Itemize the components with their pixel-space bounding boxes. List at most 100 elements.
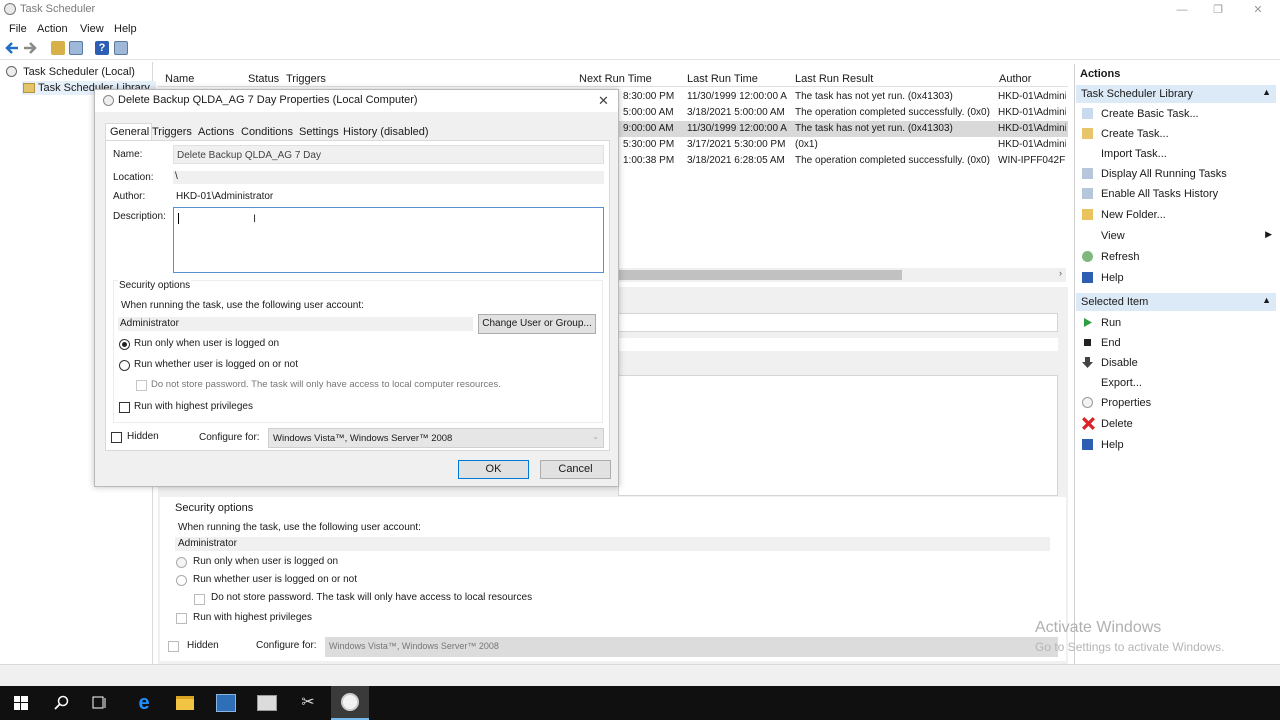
section-task-scheduler-library[interactable]: Task Scheduler Library ▲ (1076, 85, 1276, 103)
create-basic-task-icon (1082, 108, 1093, 119)
action-create-basic-task[interactable]: Create Basic Task... (1080, 105, 1274, 123)
change-user-button[interactable]: Change User or Group... (478, 314, 596, 334)
action-label: Disable (1101, 357, 1138, 369)
highest-privileges-checkbox[interactable] (119, 402, 130, 413)
back-icon[interactable] (5, 42, 19, 54)
configure-for-select[interactable]: Windows Vista™, Windows Server™ 2008 ⌄ (268, 428, 604, 448)
col-last-result[interactable]: Last Run Result (795, 73, 873, 85)
action-new-folder[interactable]: New Folder... (1080, 206, 1274, 224)
tree-item-root[interactable]: Task Scheduler (Local) (6, 66, 135, 78)
activation-watermark-title: Activate Windows (1035, 619, 1162, 636)
action-run[interactable]: Run (1080, 314, 1274, 332)
action-help[interactable]: Help (1080, 269, 1274, 287)
action-help-selected[interactable]: Help (1080, 436, 1274, 454)
name-field[interactable]: Delete Backup QLDA_AG 7 Day (173, 145, 604, 164)
table-row[interactable]: 8:30:00 PM 11/30/1999 12:00:00 A... The … (618, 89, 1068, 105)
action-properties[interactable]: Properties (1080, 394, 1274, 412)
action-export[interactable]: Export... (1080, 374, 1274, 392)
action-label: End (1101, 337, 1121, 349)
folder-up-icon[interactable] (51, 41, 65, 55)
detail-field (618, 338, 1058, 351)
action-delete[interactable]: Delete (1080, 415, 1274, 433)
show-hide-action-pane-icon[interactable] (114, 41, 128, 55)
col-last-run[interactable]: Last Run Time (687, 73, 758, 85)
action-refresh[interactable]: Refresh (1080, 248, 1274, 266)
run-whether-label: Run whether user is logged on or not (134, 359, 298, 370)
bg-hidden-label: Hidden (187, 640, 219, 651)
tab-settings[interactable]: Settings (299, 126, 339, 138)
col-status[interactable]: Status (248, 73, 279, 85)
location-label: Location: (113, 172, 154, 183)
action-import-task[interactable]: Import Task... (1080, 145, 1274, 163)
action-enable-history[interactable]: Enable All Tasks History (1080, 185, 1274, 203)
description-textarea[interactable]: I (173, 207, 604, 273)
search-icon[interactable] (54, 695, 70, 711)
scrollbar-thumb[interactable] (618, 270, 902, 280)
table-row[interactable]: 5:30:00 PM 3/17/2021 5:30:00 PM (0x1) HK… (618, 137, 1068, 153)
cell-last-result: The task has not yet run. (0x41303) (795, 123, 953, 134)
action-disable[interactable]: Disable (1080, 354, 1274, 372)
create-task-icon (1082, 128, 1093, 139)
col-next-run[interactable]: Next Run Time (579, 73, 652, 85)
action-end[interactable]: End (1080, 334, 1274, 352)
tools-icon[interactable]: ✂ (298, 694, 318, 712)
section-selected-item[interactable]: Selected Item ▲ (1076, 293, 1276, 311)
tab-general[interactable]: General (105, 123, 152, 141)
tab-history[interactable]: History (disabled) (343, 126, 429, 138)
menu-action[interactable]: Action (37, 23, 68, 35)
cancel-button[interactable]: Cancel (540, 460, 611, 479)
menu-view[interactable]: View (80, 23, 104, 35)
radio-run-only-logged-on[interactable] (119, 339, 130, 350)
file-explorer-icon[interactable] (176, 696, 194, 710)
horizontal-scrollbar[interactable]: › (618, 268, 1066, 282)
action-create-task[interactable]: Create Task... (1080, 125, 1274, 143)
forward-icon[interactable] (23, 42, 37, 54)
server-manager-icon[interactable] (216, 694, 236, 712)
collapse-icon[interactable]: ▲ (1262, 87, 1271, 97)
menu-help[interactable]: Help (114, 23, 137, 35)
toolbar: ? (0, 38, 1280, 60)
ok-button[interactable]: OK (458, 460, 529, 479)
remote-desktop-icon[interactable] (257, 695, 277, 711)
show-hide-console-tree-icon[interactable] (69, 41, 83, 55)
task-scheduler-taskbar-button[interactable] (331, 686, 369, 720)
bg-run-only-label: Run only when user is logged on (193, 556, 339, 567)
hidden-checkbox[interactable] (111, 432, 122, 443)
maximize-button[interactable]: ❐ (1198, 0, 1238, 20)
help-icon (1082, 272, 1093, 283)
minimize-button[interactable]: — (1162, 0, 1202, 20)
hidden-label: Hidden (127, 431, 159, 442)
close-button[interactable]: ✕ (1238, 0, 1278, 20)
help-icon[interactable]: ? (95, 41, 109, 55)
author-value: HKD-01\Administrator (176, 191, 274, 202)
table-row-selected[interactable]: 9:00:00 AM 11/30/1999 12:00:00 A... The … (618, 121, 1068, 137)
delete-icon (1082, 417, 1095, 430)
action-label: Run (1101, 317, 1122, 329)
action-view[interactable]: View ▶ (1080, 227, 1274, 245)
task-view-icon[interactable] (92, 695, 108, 711)
title-bar: Task Scheduler — ❐ ✕ (0, 0, 1280, 20)
cell-next-run: 8:30:00 PM (623, 91, 675, 102)
radio-run-whether-logged-on[interactable] (119, 360, 130, 371)
start-windows-icon[interactable] (14, 696, 28, 710)
table-row[interactable]: 1:00:38 PM 3/18/2021 6:28:05 AM The oper… (618, 153, 1068, 169)
col-author[interactable]: Author (999, 73, 1031, 85)
scroll-right-icon[interactable]: › (1059, 268, 1062, 278)
action-label: Help (1101, 272, 1124, 284)
action-label: Refresh (1101, 251, 1140, 263)
collapse-icon[interactable]: ▲ (1262, 295, 1271, 305)
tab-triggers[interactable]: Triggers (152, 126, 192, 138)
action-label: Properties (1101, 397, 1152, 409)
bg-no-store-label: Do not store password. The task will onl… (211, 592, 533, 603)
tab-actions[interactable]: Actions (198, 126, 234, 138)
action-display-running[interactable]: Display All Running Tasks (1080, 165, 1274, 183)
col-name[interactable]: Name (165, 73, 194, 85)
properties-icon (1082, 397, 1093, 408)
internet-explorer-icon[interactable]: e (133, 692, 155, 714)
menu-file[interactable]: File (9, 23, 27, 35)
tab-conditions[interactable]: Conditions (241, 126, 293, 138)
dialog-close-icon[interactable]: ✕ (598, 93, 609, 109)
table-row[interactable]: 5:00:00 AM 3/18/2021 5:00:00 AM The oper… (618, 105, 1068, 121)
col-triggers[interactable]: Triggers (286, 73, 326, 85)
no-store-password-checkbox[interactable] (136, 380, 147, 391)
